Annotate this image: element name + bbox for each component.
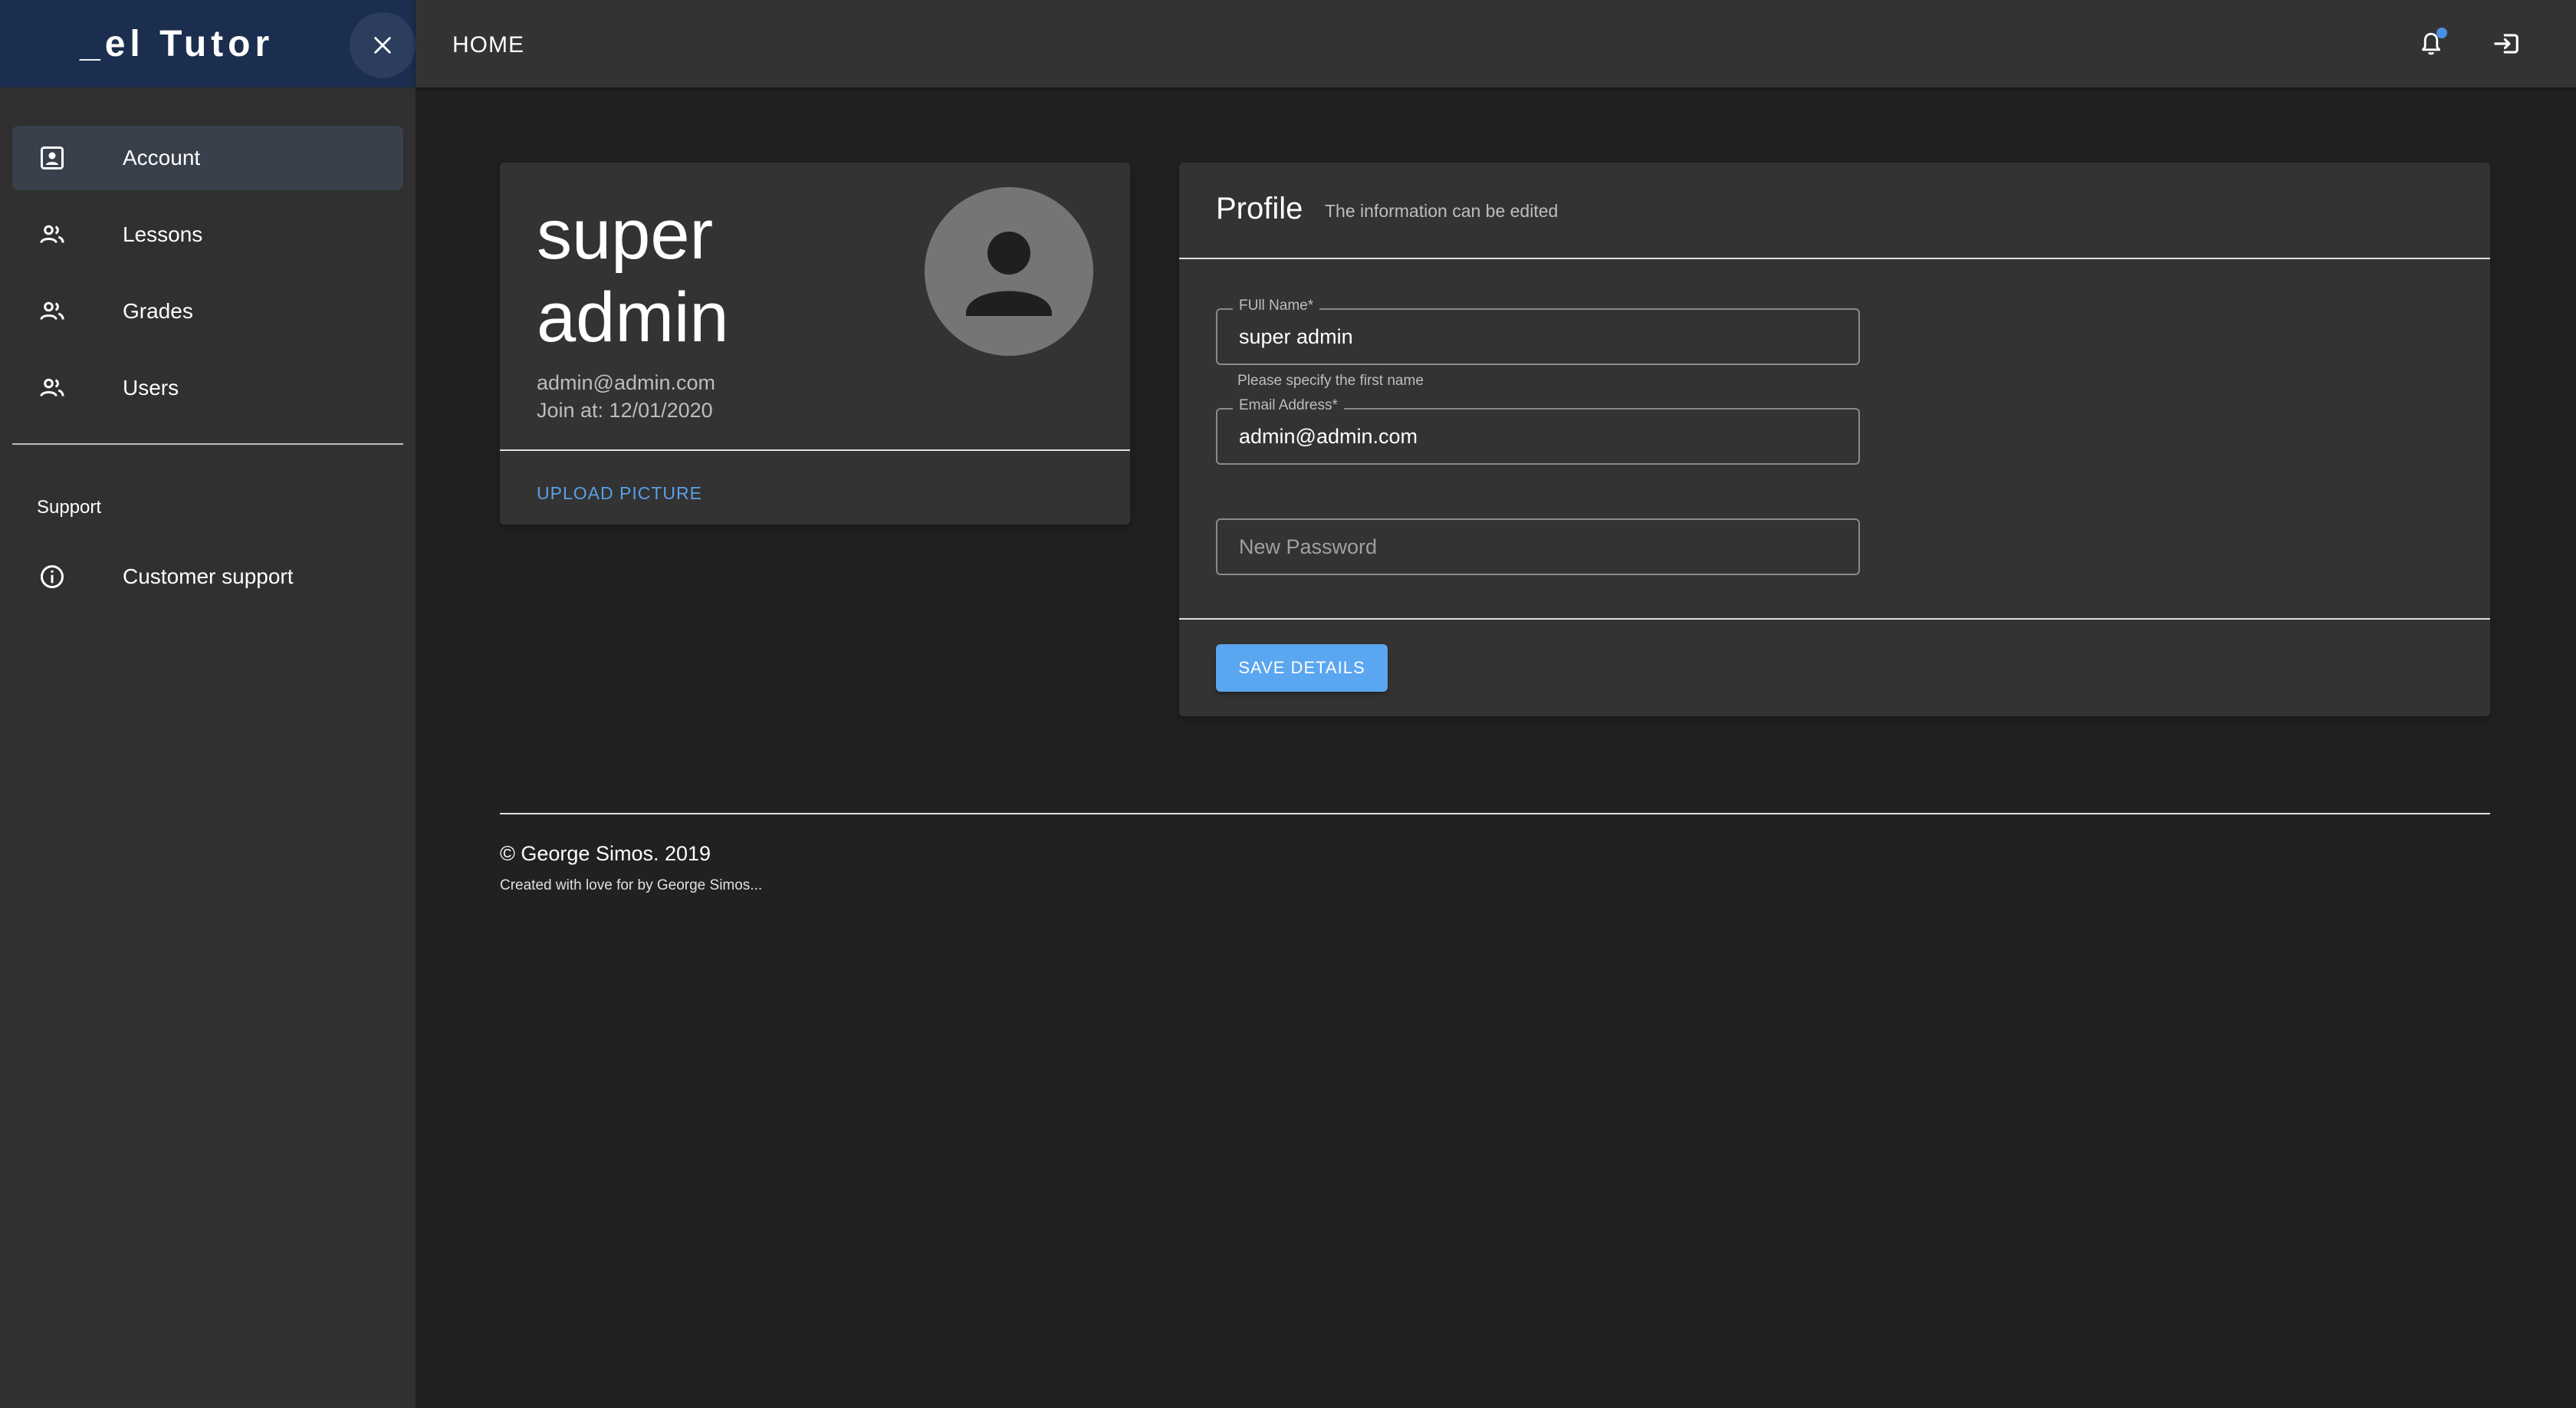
profile-title: Profile [1216,192,1303,225]
notifications-button[interactable] [2412,25,2450,63]
sidebar-item-label: Account [123,146,201,169]
upload-picture-button[interactable]: UPLOAD PICTURE [537,483,702,504]
account-join-date: Join at: 12/01/2020 [537,399,713,422]
sidebar-section-support: Support [37,497,102,518]
account-card: super admin admin@admin.com Join at: 12/… [500,163,1130,525]
profile-card: Profile The information can be edited FU… [1179,163,2490,716]
card-divider [1179,618,2490,620]
footer-divider [500,813,2490,814]
page-title: HOME [452,32,524,58]
sidebar-item-label: Grades [123,299,193,323]
sidebar-item-label: Lessons [123,222,203,246]
card-divider [1179,258,2490,259]
brand-logo-text: _el Tutor [80,24,274,64]
email-label: Email Address* [1233,397,1344,414]
profile-subtitle: The information can be edited [1325,201,1559,221]
full-name-label: FUll Name* [1233,298,1320,314]
save-details-button[interactable]: SAVE DETAILS [1216,644,1388,692]
sidebar-item-label: Customer support [123,564,294,588]
card-divider [500,449,1130,451]
top-bar: HOME [416,0,2576,87]
account-name: super admin [537,196,729,357]
footer-credit: Created with love for by George Simos... [500,877,763,893]
sidebar-item-account[interactable]: Account [12,126,403,190]
info-icon [37,561,67,592]
sidebar: _el Tutor Account Lessons Grades Users S… [0,0,416,1408]
new-password-placeholder: New Password [1239,535,1378,558]
sidebar-item-grades[interactable]: Grades [12,279,403,344]
full-name-field[interactable]: FUll Name* super admin [1216,298,1860,365]
full-name-helper: Please specify the first name [1237,373,1424,389]
full-name-value: super admin [1239,325,1353,348]
email-field[interactable]: Email Address* admin@admin.com [1216,397,1860,465]
people-icon [37,219,67,250]
footer-copyright: © George Simos. 2019 [500,842,711,865]
sidebar-item-lessons[interactable]: Lessons [12,202,403,267]
notification-badge [2436,28,2447,38]
logout-icon [2494,34,2518,54]
sidebar-header: _el Tutor [0,0,416,87]
email-value: admin@admin.com [1239,425,1418,448]
sidebar-item-customer-support[interactable]: Customer support [12,544,403,609]
people-icon [37,296,67,327]
account-box-icon [37,143,67,173]
close-sidebar-button[interactable] [350,12,416,78]
new-password-field[interactable]: New Password [1216,518,1860,575]
account-email: admin@admin.com [537,371,715,394]
person-icon [966,232,1052,316]
people-icon [37,373,67,403]
sidebar-divider [12,443,403,445]
sidebar-item-users[interactable]: Users [12,356,403,420]
close-icon [374,37,391,54]
avatar [925,187,1093,356]
sidebar-item-label: Users [123,376,179,400]
logout-button[interactable] [2487,25,2525,63]
